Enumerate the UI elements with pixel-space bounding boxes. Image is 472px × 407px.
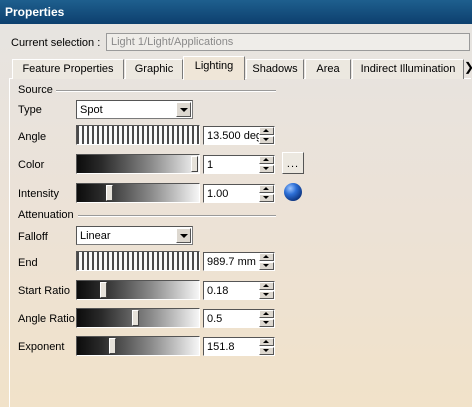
start-ratio-slider[interactable] xyxy=(76,280,200,300)
angle-spinner[interactable]: 13.500 deg xyxy=(203,126,275,145)
start-ratio-spinner[interactable]: 0.18 xyxy=(203,281,275,300)
end-spinner[interactable]: 989.7 mm xyxy=(203,252,275,271)
source-heading: Source xyxy=(18,84,53,96)
spin-up-icon[interactable] xyxy=(259,310,274,318)
falloff-label: Falloff xyxy=(18,231,48,243)
attenuation-heading: Attenuation xyxy=(18,209,74,221)
exponent-slider-thumb[interactable] xyxy=(109,338,116,354)
angle-label: Angle xyxy=(18,131,47,143)
exponent-slider[interactable] xyxy=(76,336,200,356)
spin-up-icon[interactable] xyxy=(259,282,274,290)
spin-down-icon[interactable] xyxy=(259,347,274,355)
tab-area[interactable]: Area xyxy=(305,59,351,79)
spin-up-icon[interactable] xyxy=(259,127,274,135)
falloff-dropdown[interactable]: Linear xyxy=(76,226,193,245)
color-value[interactable]: 1 xyxy=(207,157,259,173)
angle-slider[interactable] xyxy=(76,125,200,145)
tab-feature-properties[interactable]: Feature Properties xyxy=(12,59,124,79)
angle-value[interactable]: 13.500 deg xyxy=(207,128,259,144)
color-spinner[interactable]: 1 xyxy=(203,155,275,174)
spin-up-icon[interactable] xyxy=(259,156,274,164)
spin-down-icon[interactable] xyxy=(259,165,274,173)
chevron-down-icon[interactable] xyxy=(176,228,191,243)
exponent-spinner[interactable]: 151.8 xyxy=(203,337,275,356)
end-label: End xyxy=(18,257,38,269)
source-separator xyxy=(56,90,276,92)
tab-graphic[interactable]: Graphic xyxy=(125,59,183,79)
color-slider[interactable] xyxy=(76,154,200,174)
intensity-slider-thumb[interactable] xyxy=(106,185,113,201)
angle-ratio-slider[interactable] xyxy=(76,308,200,328)
intensity-value[interactable]: 1.00 xyxy=(207,186,259,202)
spin-down-icon[interactable] xyxy=(259,194,274,202)
start-ratio-value[interactable]: 0.18 xyxy=(207,283,259,299)
end-slider[interactable] xyxy=(76,251,200,271)
type-dropdown[interactable]: Spot xyxy=(76,100,193,119)
angle-ratio-label: Angle Ratio xyxy=(18,313,75,325)
attenuation-separator xyxy=(78,215,276,217)
tab-scroll-right-icon[interactable]: ❯ xyxy=(464,58,472,76)
sphere-icon[interactable] xyxy=(284,183,302,201)
angle-ratio-spinner[interactable]: 0.5 xyxy=(203,309,275,328)
type-label: Type xyxy=(18,104,42,116)
chevron-down-icon[interactable] xyxy=(176,102,191,117)
current-selection-label: Current selection : xyxy=(11,37,101,49)
spin-down-icon[interactable] xyxy=(259,291,274,299)
spin-down-icon[interactable] xyxy=(259,319,274,327)
window-title: Properties xyxy=(0,0,472,24)
current-selection-field[interactable]: Light 1/Light/Applications xyxy=(106,33,470,51)
intensity-label: Intensity xyxy=(18,188,59,200)
exponent-value[interactable]: 151.8 xyxy=(207,339,259,355)
spin-up-icon[interactable] xyxy=(259,338,274,346)
color-picker-button[interactable]: ... xyxy=(282,152,304,174)
tab-lighting[interactable]: Lighting xyxy=(183,56,245,80)
start-ratio-slider-thumb[interactable] xyxy=(100,282,107,298)
angle-ratio-slider-thumb[interactable] xyxy=(132,310,139,326)
color-label: Color xyxy=(18,159,45,171)
spin-up-icon[interactable] xyxy=(259,253,274,261)
tab-shadows[interactable]: Shadows xyxy=(246,59,304,79)
type-value: Spot xyxy=(80,104,103,116)
spin-down-icon[interactable] xyxy=(259,262,274,270)
spin-down-icon[interactable] xyxy=(259,136,274,144)
end-value[interactable]: 989.7 mm xyxy=(207,254,259,270)
angle-ratio-value[interactable]: 0.5 xyxy=(207,311,259,327)
color-slider-thumb[interactable] xyxy=(191,156,198,172)
intensity-spinner[interactable]: 1.00 xyxy=(203,184,275,203)
exponent-label: Exponent xyxy=(18,341,65,353)
intensity-slider[interactable] xyxy=(76,183,200,203)
spin-up-icon[interactable] xyxy=(259,185,274,193)
tab-indirect-illumination[interactable]: Indirect Illumination xyxy=(352,59,464,79)
start-ratio-label: Start Ratio xyxy=(18,285,70,297)
falloff-value: Linear xyxy=(80,230,111,242)
